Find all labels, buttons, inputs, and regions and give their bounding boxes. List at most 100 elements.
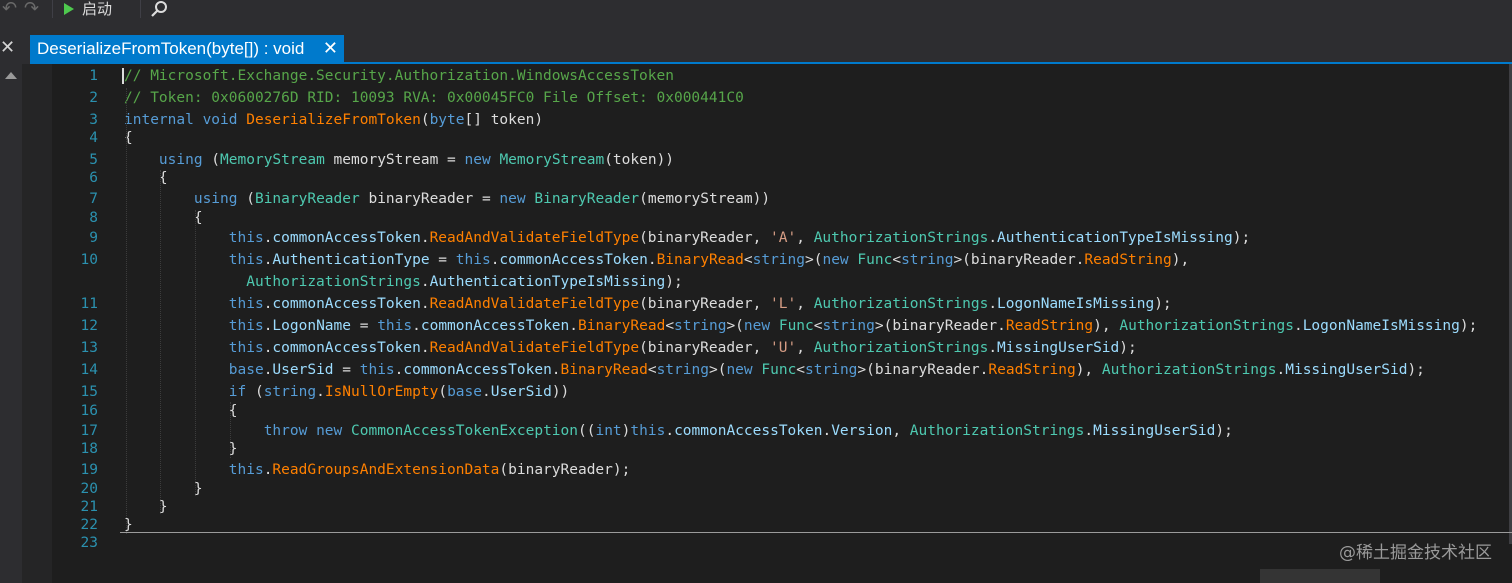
code-token: ReadAndValidateFieldType xyxy=(429,296,640,312)
code-token: new xyxy=(743,318,771,334)
code-token: this xyxy=(359,362,395,378)
code-token: ( xyxy=(438,384,448,400)
code-line[interactable]: 23 xyxy=(52,532,1512,554)
close-icon[interactable]: ✕ xyxy=(0,38,18,60)
line-number: 23 xyxy=(80,535,98,551)
code-token: ( xyxy=(420,112,430,128)
code-text: } xyxy=(124,438,238,460)
redo-icon[interactable]: ↷ xyxy=(24,0,39,22)
code-token: . xyxy=(988,340,998,356)
code-line[interactable]: 11 this.commonAccessToken.ReadAndValidat… xyxy=(52,293,1512,315)
indent-guide xyxy=(126,88,127,534)
code-line[interactable]: 1 // Microsoft.Exchange.Security.Authoriz… xyxy=(52,65,1512,87)
code-token: ReadString xyxy=(988,362,1076,378)
code-token: . xyxy=(665,423,675,439)
code-line[interactable]: 2 // Token: 0x0600276D RID: 10093 RVA: 0x… xyxy=(52,87,1512,109)
code-token: commonAccessToken xyxy=(499,252,648,268)
code-line[interactable]: 8 { xyxy=(52,207,1512,229)
code-token: < xyxy=(665,318,675,334)
code-token: ( xyxy=(202,152,221,168)
toolbar-separator xyxy=(140,0,141,18)
code-line[interactable]: 12 this.LogonName = this.commonAccessTok… xyxy=(52,315,1512,337)
code-token: commonAccessToken xyxy=(272,340,421,356)
code-token: . xyxy=(988,296,998,312)
code-line[interactable]: 9 this.commonAccessToken.ReadAndValidate… xyxy=(52,227,1512,249)
code-text: // Token: 0x0600276D RID: 10093 RVA: 0x0… xyxy=(124,87,744,109)
code-text: AuthorizationStrings.AuthenticationTypeI… xyxy=(124,271,683,293)
scroll-up-icon[interactable] xyxy=(5,72,17,79)
code-token: < xyxy=(892,252,902,268)
code-line[interactable]: 4{ xyxy=(52,127,1512,149)
code-token: MissingUserSid xyxy=(1093,423,1216,439)
code-token: (binaryReader, xyxy=(639,296,771,312)
code-line[interactable]: 13 this.commonAccessToken.ReadAndValidat… xyxy=(52,337,1512,359)
code-token: commonAccessToken xyxy=(403,362,552,378)
code-token: Func xyxy=(857,252,893,268)
code-line[interactable]: 18 } xyxy=(52,438,1512,460)
code-token: string xyxy=(752,252,805,268)
code-line[interactable]: 10 this.AuthenticationType = this.common… xyxy=(52,249,1512,271)
code-token: if xyxy=(228,384,247,400)
code-editor[interactable]: 1 // Microsoft.Exchange.Security.Authoriz… xyxy=(52,64,1512,583)
code-token: < xyxy=(813,318,823,334)
code-token: AuthenticationTypeIsMissing xyxy=(429,274,666,290)
code-token: AuthenticationType xyxy=(272,252,430,268)
code-token: UserSid xyxy=(272,362,334,378)
code-token: throw xyxy=(263,423,308,439)
search-icon-graphic xyxy=(151,1,167,17)
code-token: AuthorizationStrings xyxy=(246,274,421,290)
code-token: , xyxy=(796,230,814,246)
start-button[interactable]: 启动 xyxy=(64,0,144,22)
code-line[interactable]: 14 base.UserSid = this.commonAccessToken… xyxy=(52,359,1512,381)
code-token: ); xyxy=(665,274,683,290)
code-token: using xyxy=(193,191,238,207)
code-text: this.commonAccessToken.ReadAndValidateFi… xyxy=(124,293,1172,315)
indent-guide xyxy=(195,210,196,496)
code-token: string xyxy=(822,318,875,334)
code-token: } xyxy=(124,481,203,497)
code-token: // Microsoft.Exchange.Security.Authoriza… xyxy=(124,68,674,84)
code-token: { xyxy=(124,170,168,186)
code-token: >( xyxy=(708,362,727,378)
tab-deserialize-from-token[interactable]: DeserializeFromToken(byte[]) : void ✕ xyxy=(30,35,344,62)
code-token: MemoryStream xyxy=(220,152,325,168)
code-token: ), xyxy=(1171,252,1190,268)
code-token: this xyxy=(228,296,264,312)
code-token: BinaryReader xyxy=(534,191,640,207)
code-token: void xyxy=(202,112,238,128)
code-token: . xyxy=(822,423,832,439)
code-token: ); xyxy=(1154,296,1172,312)
code-token: . xyxy=(1276,362,1286,378)
code-token: DeserializeFromToken xyxy=(246,112,421,128)
code-line[interactable]: AuthorizationStrings.AuthenticationTypeI… xyxy=(52,271,1512,293)
watermark: @稀土掘金技术社区 xyxy=(1339,543,1492,563)
line-number: 12 xyxy=(80,318,98,334)
code-token: ); xyxy=(1407,362,1425,378)
undo-icon[interactable]: ↶ xyxy=(2,0,17,22)
code-line[interactable]: 6 { xyxy=(52,167,1512,189)
indent-guide xyxy=(160,170,161,514)
code-token: commonAccessToken xyxy=(272,296,421,312)
code-token: ); xyxy=(1459,318,1478,334)
line-number: 4 xyxy=(89,130,98,146)
code-line[interactable]: 16 { xyxy=(52,400,1512,422)
code-token: (token)) xyxy=(604,152,675,168)
search-icon[interactable] xyxy=(150,0,170,22)
code-token: this xyxy=(228,230,264,246)
code-token: (binaryReader); xyxy=(499,462,631,478)
code-token: , xyxy=(796,296,814,312)
code-token: this xyxy=(630,423,666,439)
code-token: 'U' xyxy=(770,340,797,356)
code-token: = xyxy=(351,318,378,334)
code-token: = xyxy=(429,252,456,268)
code-token: >(binaryReader. xyxy=(953,252,1085,268)
close-icon[interactable]: ✕ xyxy=(323,35,338,62)
code-token: . xyxy=(420,274,430,290)
